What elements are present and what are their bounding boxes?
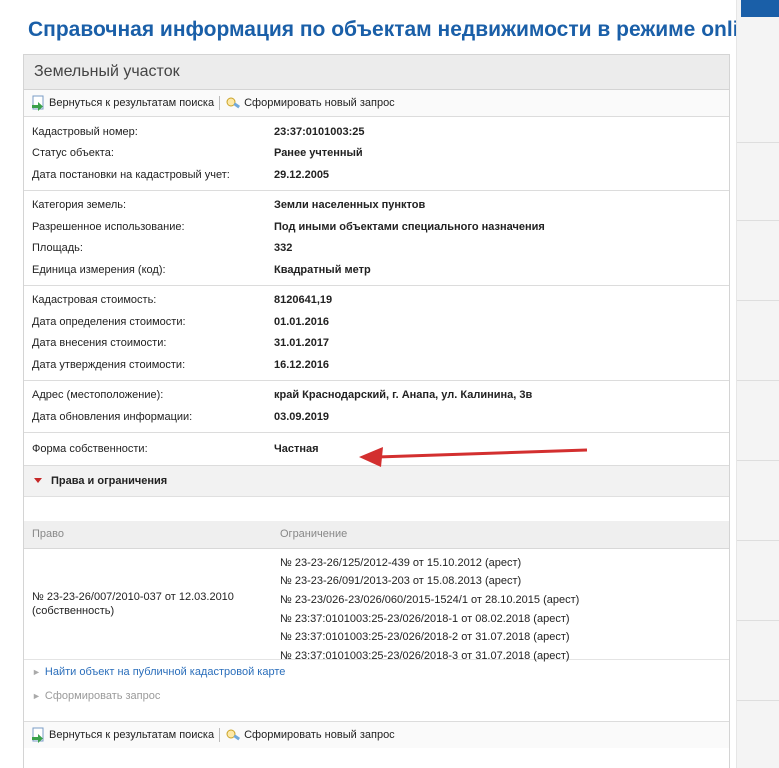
- back-to-results-button[interactable]: Вернуться к результатам поиска: [30, 95, 214, 111]
- back-arrow-icon: [32, 727, 44, 743]
- rights-title: Права и ограничения: [51, 474, 168, 487]
- public-map-link[interactable]: Найти объект на публичной кадастровой ка…: [45, 666, 285, 678]
- top-toolbar: Вернуться к результатам поиска Сформиров…: [24, 90, 729, 117]
- section-land: Категория земель: Земли населенных пункто…: [24, 191, 729, 286]
- info-label: Статус объекта:: [32, 147, 114, 160]
- red-annotation-arrow: [359, 447, 588, 467]
- section-identity: Кадастровый номер: 23:37:0101003:25 Стату…: [24, 117, 729, 191]
- panel-divider: [737, 142, 779, 143]
- back-to-results-label: Вернуться к результатам поиска: [49, 729, 215, 741]
- info-row: Дата обновления информации: 03.09.2019: [24, 406, 729, 428]
- chevron-right-icon: ►: [32, 690, 41, 701]
- limit-cell: № 23-23-26/125/2012-439 от 15.10.2012 (а…: [280, 549, 580, 662]
- info-value: 03.09.2019: [274, 410, 330, 423]
- info-row: Статус объекта: Ранее учтенный: [24, 143, 729, 165]
- info-label: Кадастровая стоимость:: [32, 294, 157, 307]
- info-value: 16.12.2016: [274, 358, 330, 371]
- back-to-results-button[interactable]: Вернуться к результатам поиска: [30, 727, 214, 743]
- card-title: Земельный участок: [24, 55, 729, 90]
- info-row: Категория земель: Земли населенных пункто…: [24, 195, 729, 217]
- limit-item: № 23-23/026-23/026/060/2015-1524/1 от 28…: [280, 593, 580, 606]
- info-label: Категория земель:: [32, 199, 127, 212]
- page-title: Справочная информация по объектам недвиж…: [28, 18, 764, 41]
- ownership-label: Форма собственности:: [32, 442, 148, 455]
- info-label: Дата внесения стоимости:: [32, 337, 167, 350]
- info-value: край Краснодарский, г. Анапа, ул. Калини…: [274, 389, 533, 402]
- info-row: Дата определения стоимости: 01.01.2016: [24, 311, 729, 333]
- info-row: Дата утверждения стоимости: 16.12.2016: [24, 354, 729, 376]
- limit-item: № 23:37:0101003:25-23/026/2018-2 от 31.0…: [280, 631, 570, 644]
- info-value: Квадратный метр: [274, 263, 371, 276]
- back-arrow-icon: [32, 95, 44, 111]
- info-label: Площадь:: [32, 242, 83, 255]
- caret-down-icon: [34, 478, 42, 483]
- chevron-right-icon: ►: [32, 666, 41, 677]
- rights-table-header: Право Ограничение: [24, 520, 729, 549]
- search-key-icon: [226, 729, 241, 741]
- table-row: № 23-23-26/007/2010-037 от 12.03.2010 (с…: [24, 549, 729, 662]
- info-value: 29.12.2005: [274, 168, 330, 181]
- info-label: Дата утверждения стоимости:: [32, 358, 186, 371]
- info-label: Кадастровый номер:: [32, 125, 138, 138]
- info-label: Дата обновления информации:: [32, 410, 193, 423]
- limit-item: № 23-23-26/091/2013-203 от 15.08.2013 (а…: [280, 575, 522, 588]
- info-value: 01.01.2016: [274, 315, 330, 328]
- panel-divider: [737, 220, 779, 221]
- search-key-icon: [226, 97, 241, 109]
- form-request-link[interactable]: Сформировать запрос: [45, 690, 160, 702]
- info-value: 8120641,19: [274, 294, 333, 307]
- info-label: Дата постановки на кадастровый учет:: [32, 168, 230, 181]
- object-card: Земельный участок Вернуться к результата…: [23, 54, 730, 768]
- right-type: (собственность): [32, 604, 115, 617]
- info-label: Единица измерения (код):: [32, 263, 166, 276]
- new-request-button[interactable]: Сформировать новый запрос: [225, 727, 395, 743]
- right-number: № 23-23-26/007/2010-037 от 12.03.2010: [32, 590, 234, 603]
- rights-table: Право Ограничение № 23-23-26/007/2010-03…: [24, 520, 729, 662]
- info-label: Разрешенное использование:: [32, 220, 185, 233]
- col-limit-header: Ограничение: [280, 528, 348, 540]
- info-label: Дата определения стоимости:: [32, 315, 186, 328]
- info-row: Площадь: 332: [24, 238, 729, 260]
- info-label: Адрес (местоположение):: [32, 389, 164, 402]
- info-value: 31.01.2017: [274, 337, 330, 350]
- section-address: Адрес (местоположение): край Краснодарски…: [24, 381, 729, 433]
- section-cost: Кадастровая стоимость: 8120641,19 Дата оп…: [24, 286, 729, 381]
- panel-divider: [737, 540, 779, 541]
- limit-item: № 23:37:0101003:25-23/026/2018-3 от 31.0…: [280, 649, 570, 662]
- info-value: 23:37:0101003:25: [274, 125, 365, 138]
- limit-item: № 23:37:0101003:25-23/026/2018-1 от 08.0…: [280, 612, 570, 625]
- info-row: Разрешенное использование: Под иными объе…: [24, 216, 729, 238]
- info-value: Ранее учтенный: [274, 147, 363, 160]
- panel-divider: [737, 700, 779, 701]
- ownership-value: Частная: [274, 442, 319, 455]
- bottom-toolbar: Вернуться к результатам поиска Сформиров…: [24, 721, 729, 748]
- clock-icon-button[interactable]: [741, 0, 779, 17]
- new-request-label: Сформировать новый запрос: [244, 97, 395, 109]
- info-row: Адрес (местоположение): край Краснодарски…: [24, 385, 729, 407]
- info-value: Под иными объектами специального назначе…: [274, 220, 545, 233]
- form-request-link-row: ► Сформировать запрос: [24, 684, 729, 708]
- info-row: Дата внесения стоимости: 31.01.2017: [24, 333, 729, 355]
- info-row: Кадастровая стоимость: 8120641,19: [24, 290, 729, 312]
- col-right-header: Право: [32, 528, 64, 540]
- right-side-panel: [736, 0, 779, 768]
- panel-divider: [737, 620, 779, 621]
- panel-divider: [737, 300, 779, 301]
- new-request-label: Сформировать новый запрос: [244, 729, 395, 741]
- info-row: Дата постановки на кадастровый учет: 29.1…: [24, 164, 729, 186]
- limit-item: № 23-23-26/125/2012-439 от 15.10.2012 (а…: [280, 556, 522, 569]
- right-cell: № 23-23-26/007/2010-037 от 12.03.2010 (с…: [24, 549, 280, 659]
- info-row: Кадастровый номер: 23:37:0101003:25: [24, 121, 729, 143]
- info-value: Земли населенных пунктов: [274, 199, 426, 212]
- toolbar-divider: [219, 96, 221, 110]
- toolbar-divider: [219, 728, 221, 742]
- panel-divider: [737, 460, 779, 461]
- back-to-results-label: Вернуться к результатам поиска: [49, 97, 215, 109]
- info-row: Единица измерения (код): Квадратный метр: [24, 259, 729, 281]
- new-request-button[interactable]: Сформировать новый запрос: [225, 95, 395, 111]
- info-value: 332: [274, 242, 293, 255]
- panel-divider: [737, 380, 779, 381]
